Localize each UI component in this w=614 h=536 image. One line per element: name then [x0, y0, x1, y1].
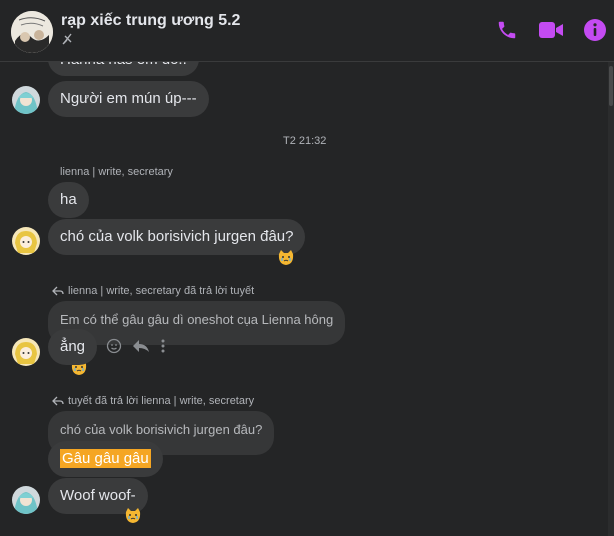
reaction-crying-cat-icon[interactable] [277, 249, 295, 267]
message-bubble[interactable]: ha [48, 182, 89, 218]
highlighted-text: Gâu gâu gâu [60, 449, 151, 468]
reaction-crying-cat-icon[interactable] [124, 507, 142, 525]
message-bubble[interactable]: ẳng [48, 329, 98, 365]
reply-arrow-icon [52, 286, 64, 296]
reply-arrow-icon [52, 396, 64, 406]
avatar-lienna[interactable] [12, 338, 40, 366]
reply-label-text: lienna | write, secretary đã trả lời tuy… [68, 285, 255, 297]
reply-label: tuyết đã trả lời lienna | write, secreta… [52, 395, 254, 407]
timestamp: T2 21:32 [283, 135, 327, 147]
message-bubble-highlighted[interactable]: Gâu gâu gâu [48, 441, 163, 477]
reply-label-text: tuyết đã trả lời lienna | write, secreta… [68, 395, 255, 407]
sender-name: lienna | write, secretary [60, 166, 173, 178]
video-call-icon[interactable] [538, 17, 564, 43]
scrollbar-thumb[interactable] [609, 66, 613, 106]
info-icon[interactable] [582, 17, 608, 43]
phone-call-icon[interactable] [494, 17, 520, 43]
message-bubble[interactable]: chó của volk borisivich jurgen đâu? [48, 219, 306, 255]
message-actions [106, 338, 166, 354]
avatar-lienna[interactable] [12, 227, 40, 255]
avatar-miku[interactable] [12, 486, 40, 514]
emoji-react-icon[interactable] [106, 338, 122, 354]
chat-title: rạp xiếc trung ương 5.2 [61, 12, 241, 29]
chat-header: rạp xiếc trung ương 5.2 [0, 0, 614, 62]
reply-icon[interactable] [132, 339, 150, 353]
more-options-icon[interactable] [160, 338, 166, 354]
scrollbar-track[interactable] [608, 62, 614, 536]
reply-label: lienna | write, secretary đã trả lời tuy… [52, 285, 254, 297]
group-avatar[interactable] [11, 11, 53, 53]
mute-icon [61, 32, 75, 46]
avatar-miku[interactable] [12, 86, 40, 114]
message-bubble[interactable]: Người em mún úp--- [48, 81, 209, 117]
